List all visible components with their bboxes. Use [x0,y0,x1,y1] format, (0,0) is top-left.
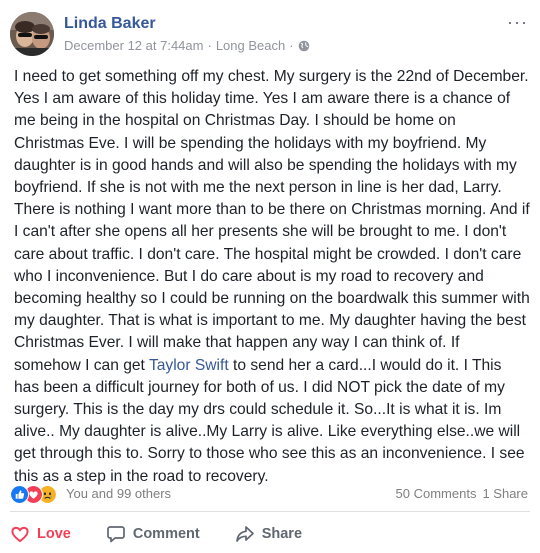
post-meta: December 12 at 7:44am · Long Beach · [64,38,310,53]
meta-separator: · [207,38,212,53]
post-text-part-2: to send her a card...I would do it. I Th… [14,356,525,485]
tagged-page-link[interactable]: Taylor Swift [149,357,229,374]
post-text-part-1: I need to get something off my chest. My… [14,68,530,374]
engagement-counts: 50 Comments 1 Share [396,486,528,501]
comments-count[interactable]: 50 Comments [396,486,477,501]
reactions-bar: You and 99 others 50 Comments 1 Share [10,482,530,506]
share-button[interactable]: Share [235,518,302,550]
shares-count[interactable]: 1 Share [482,486,528,501]
meta-separator-2: · [289,38,294,53]
post-location[interactable]: Long Beach [216,38,285,53]
love-button[interactable]: Love [10,518,71,550]
more-options-icon[interactable]: ··· [507,12,528,33]
comment-icon [106,526,125,543]
divider [10,511,530,512]
like-icon [10,485,29,504]
share-icon [235,526,254,542]
comment-button[interactable]: Comment [106,518,200,550]
post-header: Linda Baker December 12 at 7:44am · Long… [10,12,530,60]
love-label: Love [37,526,71,542]
reaction-icons[interactable] [10,485,64,504]
post-body: I need to get something off my chest. My… [14,66,530,488]
heart-icon [11,526,29,543]
share-label: Share [261,526,303,542]
avatar[interactable] [10,12,54,56]
profile-photo [10,12,54,56]
globe-icon[interactable] [298,40,310,52]
post-date[interactable]: December 12 at 7:44am [64,38,203,53]
action-bar: Love Comment Share [10,518,530,550]
reactions-summary[interactable]: You and 99 others [66,486,171,501]
comment-label: Comment [132,526,200,542]
author-name[interactable]: Linda Baker [64,15,156,33]
